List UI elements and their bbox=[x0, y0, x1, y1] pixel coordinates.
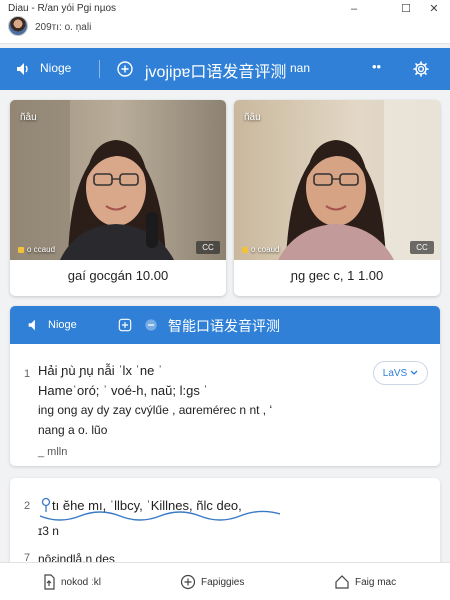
practice-line: Hameˈoró; ˈ voé-h, naŭ; l:gs ˈ bbox=[38, 383, 208, 398]
speaker-icon[interactable] bbox=[14, 60, 32, 78]
speaker-icon[interactable] bbox=[26, 317, 42, 333]
minimize-button[interactable]: – bbox=[344, 2, 364, 16]
avatar[interactable] bbox=[8, 16, 28, 36]
header-title: jvojipɐ口语发音评测 bbox=[145, 64, 287, 81]
app-header: Nioge jvojipɐ口语发音评测 nan •• bbox=[0, 48, 450, 90]
header-left-label[interactable]: Nioge bbox=[40, 61, 71, 75]
panel-footer: _ mlln bbox=[38, 446, 68, 458]
nav-label: Fapiggies bbox=[201, 576, 245, 588]
practice-line: Hải ɲù ɲụ nẫi ˈlx ˈne ˈ bbox=[38, 363, 163, 378]
video-status: o ccaud bbox=[18, 245, 55, 254]
line-number: 2 bbox=[24, 500, 31, 512]
plus-circle-icon[interactable] bbox=[116, 60, 134, 78]
video-frame[interactable]: ñâu o coaud CC bbox=[234, 100, 440, 260]
nav-item-home[interactable]: Faiɡ mac bbox=[334, 571, 396, 593]
restore-button[interactable]: ☐ bbox=[396, 2, 416, 16]
practice-line: ing ong ay dy zay cvýlűe , aɑremérec n n… bbox=[38, 403, 273, 417]
plus-circle-icon bbox=[180, 574, 196, 590]
window-titlebar: Diau - R/an yói Pgi nµos 209тı: o. ṇali … bbox=[0, 0, 450, 44]
header-divider bbox=[99, 60, 100, 78]
practice-panel: Nioge 智能口语发音评测 1 Hải ɲù ɲụ nẫi ˈlx ˈne ˈ… bbox=[10, 306, 440, 466]
plus-circle-icon[interactable] bbox=[118, 318, 132, 332]
bottom-nav: nokod ːkl Fapiggies Faiɡ mac bbox=[0, 562, 450, 600]
language-select[interactable]: LaVS bbox=[373, 361, 428, 385]
header-right-text[interactable]: nan bbox=[290, 61, 310, 75]
video-status-text: o ccaud bbox=[27, 245, 56, 254]
speaker-video-image bbox=[234, 100, 440, 260]
record-icon bbox=[18, 246, 24, 253]
record-icon bbox=[242, 246, 248, 253]
video-card[interactable]: ñâu o coaud CC ɲg gec c, 1 1.00 bbox=[234, 100, 440, 296]
phrase-text: tı ĕhe mı, ˈllbcy, ˈKillnes, ñlc deo, bbox=[52, 498, 242, 513]
panel-title: 智能口语发音评测 bbox=[168, 318, 280, 334]
video-status: o coaud bbox=[242, 245, 279, 254]
minus-circle-icon[interactable] bbox=[144, 318, 158, 332]
practice-line: nang a o. lũo bbox=[38, 423, 108, 437]
video-frame[interactable]: ñâu o ccaud CC bbox=[10, 100, 226, 260]
language-select-label: LaVS bbox=[382, 367, 408, 379]
video-tag: ñâu bbox=[20, 112, 37, 123]
captions-button[interactable]: CC bbox=[196, 241, 220, 254]
line-number: 1 bbox=[24, 368, 31, 380]
video-caption: gaí gocgán 10.00 bbox=[67, 268, 169, 283]
video-card[interactable]: ñâu o ccaud CC gaí gocgán 10.00 bbox=[10, 100, 226, 296]
nav-item-upload[interactable]: nokod ːkl bbox=[42, 571, 101, 593]
window-title: Diau - R/an yói Pgi nµos bbox=[8, 3, 117, 14]
home-icon bbox=[335, 575, 349, 589]
nav-label: Faiɡ mac bbox=[355, 576, 397, 588]
speaker-video-image bbox=[10, 100, 226, 260]
video-tag: ñâu bbox=[244, 112, 261, 123]
panel-label[interactable]: Nioge bbox=[48, 319, 77, 331]
nav-label: nokod ːkl bbox=[61, 576, 102, 588]
window-subtitle: 209тı: o. ṇali bbox=[35, 22, 92, 33]
video-caption: ɲg gec c, 1 1.00 bbox=[290, 268, 384, 283]
line-label: ɪ3 n bbox=[38, 524, 59, 538]
panel-header: Nioge 智能口语发音评测 bbox=[10, 306, 440, 344]
close-button[interactable]: ✕ bbox=[424, 2, 444, 16]
gear-icon[interactable] bbox=[413, 61, 429, 77]
captions-button[interactable]: CC bbox=[410, 241, 434, 254]
nav-item-add[interactable]: Fapiggies bbox=[180, 571, 244, 593]
upload-icon bbox=[44, 574, 55, 590]
video-status-text: o coaud bbox=[251, 245, 280, 254]
practice-card: 2 tı ĕhe mı, ˈllbcy, ˈKillnes, ñlc deo, … bbox=[10, 478, 440, 568]
more-icon[interactable]: •• bbox=[372, 59, 381, 74]
chevron-down-icon bbox=[410, 370, 418, 375]
